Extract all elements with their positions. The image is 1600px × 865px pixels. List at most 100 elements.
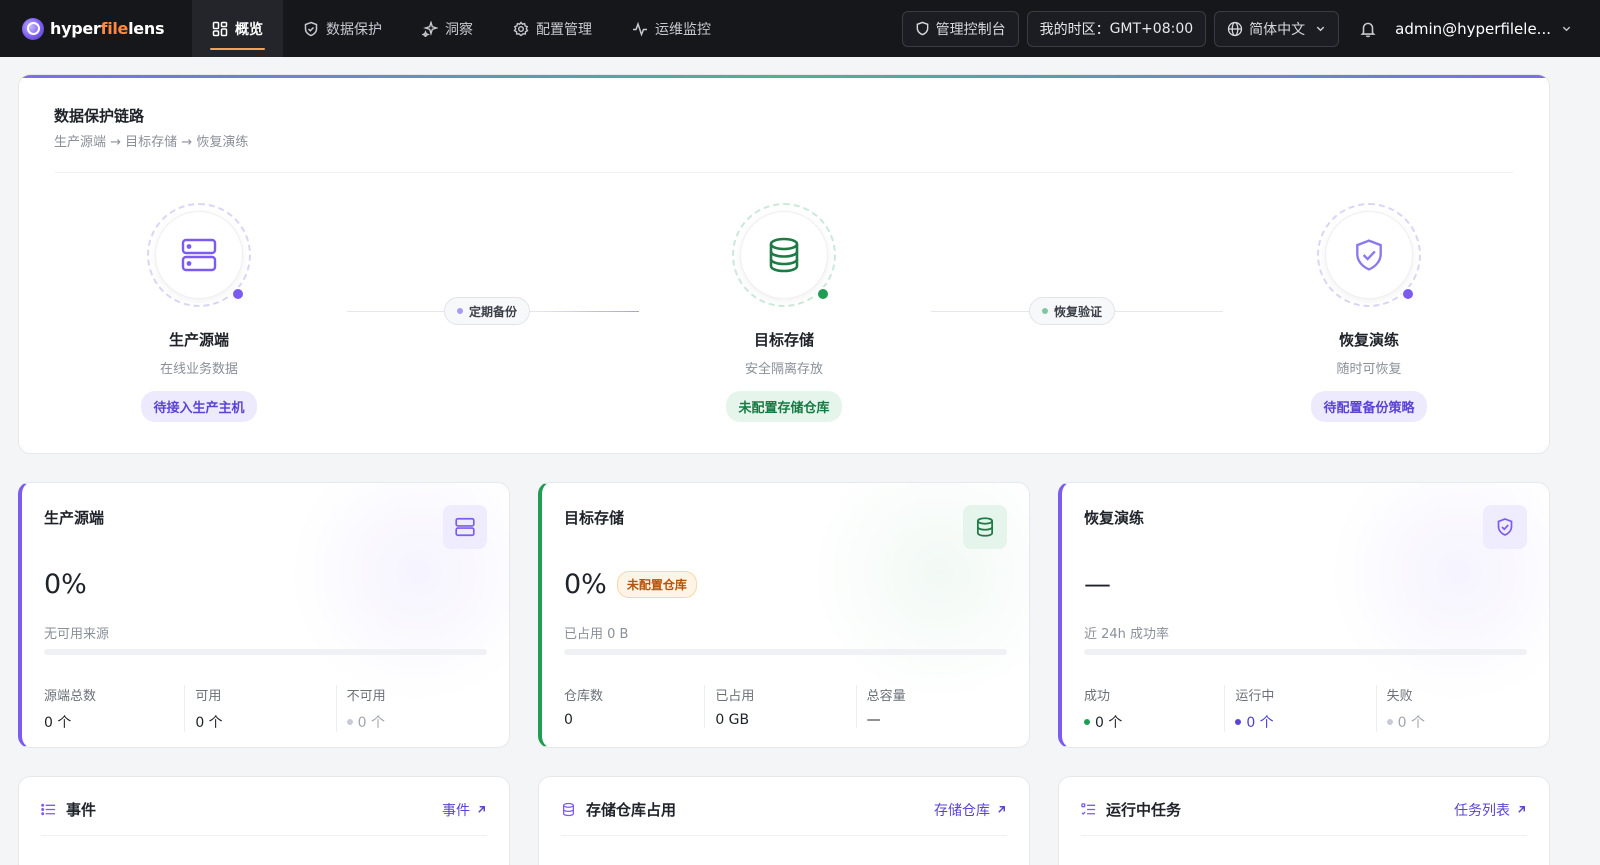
- metric-value: 0 个: [346, 712, 487, 732]
- metric-label: 已占用: [715, 689, 755, 704]
- admin-console-button[interactable]: 管理控制台: [901, 10, 1019, 47]
- user-menu[interactable]: admin@hyperfilele...: [1395, 20, 1572, 38]
- stat-title: 生产源端: [44, 509, 105, 527]
- user-email: admin@hyperfilele...: [1395, 19, 1551, 38]
- panel-header: 运行中任务 任务列表: [1081, 799, 1527, 820]
- metric-label: 可用: [195, 689, 222, 704]
- nav-item-label: 配置管理: [536, 21, 592, 38]
- divider: [55, 172, 1513, 173]
- stat-caption: 近 24h 成功率: [1084, 627, 1170, 642]
- logo-mark-icon: [22, 17, 44, 40]
- timezone-value: GMT+08:00: [1109, 20, 1194, 37]
- metric-value-text: 0 个: [1397, 715, 1426, 731]
- metric-value-text: 0 个: [1246, 715, 1274, 731]
- view-repositories-link[interactable]: 存储仓库: [934, 800, 1007, 820]
- stat-title: 目标存储: [564, 509, 625, 527]
- metric-capacity: 总容量 —: [855, 685, 1007, 728]
- metric-failed: 失败 0 个: [1375, 685, 1527, 732]
- chain-node-restore: 恢复演练 随时可恢复 待配置备份策略: [1269, 203, 1469, 422]
- notifications-button[interactable]: [1357, 18, 1379, 40]
- status-dot: [1235, 719, 1242, 725]
- nav-item-overview[interactable]: 概览: [192, 0, 283, 57]
- chevron-down-icon: [1316, 26, 1325, 32]
- metric-label: 总容量: [866, 689, 906, 704]
- stat-card-storage[interactable]: 目标存储 0% 未配置仓库 已占用 0 B 仓库数 0 已占用 0 GB 总容量…: [538, 482, 1030, 748]
- server-icon: [181, 238, 217, 272]
- stat-card-restore[interactable]: 恢复演练 — 近 24h 成功率 成功 0 个 运行中 0 个 失败 0 个: [1058, 482, 1550, 748]
- nav-item-monitoring[interactable]: 运维监控: [612, 0, 731, 57]
- protection-chain-card: 数据保护链路 生产源端 → 目标存储 → 恢复演练 定期备份 恢复验证 生产源端…: [18, 74, 1550, 454]
- panel-events: 事件 事件: [18, 776, 510, 865]
- brand-logo[interactable]: hyperfilelens: [22, 17, 172, 40]
- panel-title: 存储仓库占用: [561, 799, 676, 820]
- progress-bar: [1084, 649, 1527, 655]
- view-events-link[interactable]: 事件: [442, 800, 487, 820]
- shield-check-icon: [1497, 518, 1513, 536]
- globe-icon: [1227, 21, 1243, 36]
- nav-item-data-protection[interactable]: 数据保护: [283, 0, 402, 57]
- nav-item-insights[interactable]: 洞察: [402, 0, 493, 57]
- stat-card-source[interactable]: 生产源端 0% 无可用来源 源端总数 0 个 可用 0 个 不可用 0 个: [18, 482, 510, 748]
- divider: [561, 835, 1007, 836]
- metric-value: 0 个: [44, 712, 184, 732]
- database-icon: [976, 517, 994, 537]
- metric-running: 运行中 0 个: [1224, 685, 1375, 732]
- nav-item-label: 数据保护: [326, 21, 382, 38]
- stat-icon-box: [1483, 505, 1527, 549]
- metric-success: 成功 0 个: [1084, 685, 1224, 732]
- card-accent-line: [19, 75, 1549, 78]
- metric-value: —: [867, 712, 1007, 728]
- header-actions: 管理控制台 我的时区： GMT+08:00 简体中文 admin@hyperfi…: [894, 0, 1572, 57]
- panel-link-text: 事件: [442, 802, 470, 819]
- sparkle-icon: [422, 20, 438, 37]
- bell-icon: [1360, 22, 1376, 37]
- stat-value: 0% 未配置仓库: [564, 569, 697, 600]
- node-title: 目标存储: [753, 331, 814, 349]
- link-label-restore-verify: 恢复验证: [1029, 297, 1116, 325]
- chain-node-storage: 目标存储 安全隔离存放 未配置存储仓库: [684, 203, 884, 422]
- metric-value: 0 个: [1235, 712, 1375, 732]
- stat-title: 恢复演练: [1084, 509, 1145, 527]
- timezone-indicator[interactable]: 我的时区： GMT+08:00: [1026, 10, 1207, 47]
- status-dot: [231, 287, 245, 301]
- shield-check-icon: [1356, 239, 1382, 271]
- metric-value: 0 个: [1084, 712, 1224, 732]
- node-description: 在线业务数据: [159, 362, 238, 377]
- admin-console-label: 管理控制台: [935, 21, 1006, 38]
- metric-value-text: 0 个: [357, 715, 386, 731]
- dashboard-icon: [212, 21, 228, 36]
- brand-name: hyperfilelens: [50, 19, 165, 38]
- nav-item-config[interactable]: 配置管理: [493, 0, 612, 57]
- progress-bar: [44, 649, 487, 655]
- link-label-text: 定期备份: [469, 304, 518, 319]
- metric-value: 0: [564, 712, 704, 728]
- stat-metrics: 仓库数 0 已占用 0 GB 总容量 —: [564, 685, 1007, 728]
- node-status-badge[interactable]: 未配置存储仓库: [726, 391, 842, 422]
- node-status-badge[interactable]: 待配置备份策略: [1311, 391, 1427, 422]
- node-ring: [147, 203, 251, 307]
- language-value: 简体中文: [1249, 21, 1306, 38]
- metric-used: 已占用 0 GB: [704, 685, 855, 728]
- metric-value-text: 0 个: [195, 715, 223, 731]
- node-description: 安全隔离存放: [744, 362, 823, 377]
- panel-header: 存储仓库占用 存储仓库: [561, 799, 1007, 820]
- node-ring: [732, 203, 836, 307]
- server-icon: [455, 517, 475, 537]
- list-icon: [41, 803, 56, 816]
- language-select[interactable]: 简体中文: [1214, 10, 1340, 47]
- metric-value-text: 0 GB: [715, 712, 750, 728]
- panel-link-text: 任务列表: [1454, 802, 1510, 819]
- panel-running-tasks: 运行中任务 任务列表: [1058, 776, 1550, 865]
- status-dot: [346, 719, 353, 725]
- panel-title: 运行中任务: [1081, 799, 1181, 820]
- metric-total: 源端总数 0 个: [44, 685, 184, 732]
- panel-title: 事件: [41, 799, 96, 820]
- metric-value-text: 0: [564, 712, 573, 728]
- node-status-badge[interactable]: 待接入生产主机: [141, 391, 257, 422]
- chevron-down-icon: [1562, 26, 1571, 32]
- chain-node-source: 生产源端 在线业务数据 待接入生产主机: [99, 203, 299, 422]
- divider: [1081, 835, 1527, 836]
- view-task-list-link[interactable]: 任务列表: [1454, 800, 1527, 820]
- stat-value: 0%: [44, 569, 87, 600]
- database-icon: [562, 802, 575, 817]
